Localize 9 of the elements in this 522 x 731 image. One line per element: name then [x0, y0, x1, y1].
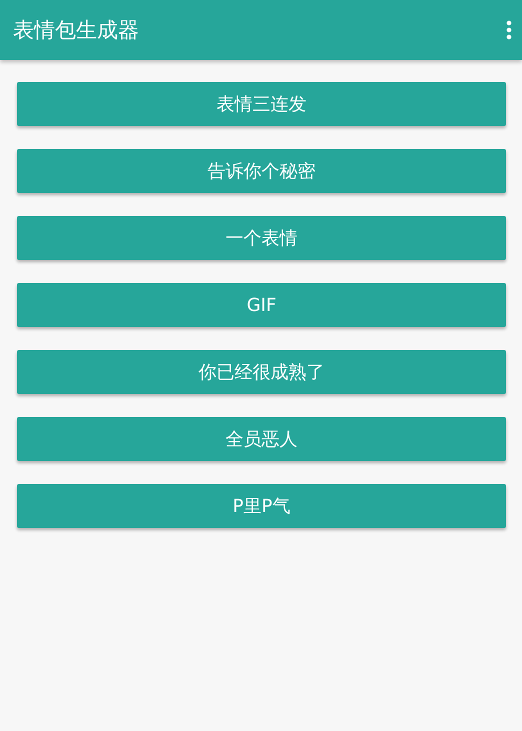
- meme-button[interactable]: 一个表情: [17, 216, 506, 260]
- meme-button[interactable]: GIF: [17, 283, 506, 327]
- menu-icon[interactable]: [506, 20, 512, 40]
- meme-button[interactable]: P里P气: [17, 484, 506, 528]
- app-title: 表情包生成器: [13, 17, 139, 44]
- meme-button[interactable]: 表情三连发: [17, 82, 506, 126]
- meme-button[interactable]: 告诉你个秘密: [17, 149, 506, 193]
- meme-button[interactable]: 你已经很成熟了: [17, 350, 506, 394]
- meme-button[interactable]: 全员恶人: [17, 417, 506, 461]
